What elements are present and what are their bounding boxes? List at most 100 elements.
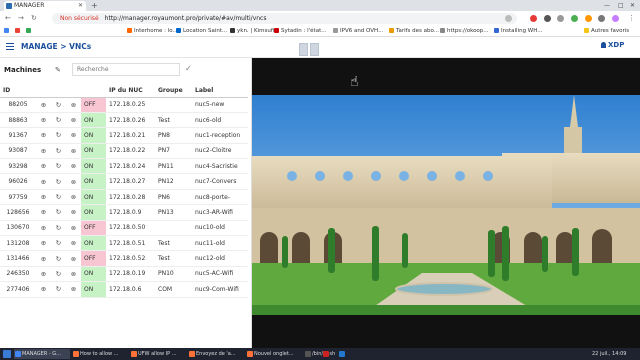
taskbar-item[interactable]: Envoyez de 'a... (188, 349, 244, 359)
address-bar[interactable]: Non sécurisé http://manager.royaumont.pr… (52, 13, 517, 24)
table-row[interactable]: 277406 ⊕ ↻ ⊗ ON 172.18.0.6 COM nuc9-Com-Wifi (0, 281, 248, 298)
extension-icon[interactable] (544, 15, 551, 22)
bookmark-item[interactable]: Autres favoris (584, 26, 629, 37)
hamburger-menu-icon[interactable] (6, 43, 14, 50)
connect-icon[interactable]: ⊗ (66, 281, 81, 298)
bookmark-item[interactable]: https://okoop... (440, 26, 489, 37)
new-tab-icon[interactable]: + (91, 1, 98, 10)
search-input[interactable] (72, 63, 180, 76)
bookmark-item[interactable]: IPV6 and OVH... (333, 26, 383, 37)
bookmark-item[interactable]: Interhome : lo... (127, 26, 178, 37)
connect-icon[interactable]: ⊗ (66, 250, 81, 267)
extension-icon[interactable] (557, 15, 564, 22)
table-row[interactable]: 246350 ⊕ ↻ ⊗ ON 172.18.0.19 PN10 nuc5-AC-Wifi (0, 266, 248, 283)
refresh-icon[interactable]: ↻ (51, 220, 66, 237)
connect-icon[interactable]: ⊗ (66, 266, 81, 283)
table-row[interactable]: 88863 ⊕ ↻ ⊗ ON 172.18.0.26 Test nuc6-old (0, 112, 248, 129)
refresh-icon[interactable]: ↻ (51, 281, 66, 298)
taskbar-item[interactable] (322, 349, 336, 359)
browser-tab[interactable]: MANAGER ✕ (4, 1, 86, 11)
table-row[interactable]: 130670 ⊕ ↻ ⊗ OFF 172.18.0.50 nuc10-old (0, 220, 248, 237)
minimize-icon[interactable]: — (604, 1, 610, 10)
table-row[interactable]: 131208 ⊕ ↻ ⊗ ON 172.18.0.51 Test nuc11-old (0, 235, 248, 252)
xdp-button[interactable]: XDP (601, 41, 624, 49)
connect-icon[interactable]: ⊗ (66, 127, 81, 144)
col-label[interactable]: Label (192, 84, 248, 98)
view-icon[interactable]: ⊕ (36, 250, 51, 267)
taskbar-item[interactable]: UFW allow IP ... (130, 349, 186, 359)
refresh-icon[interactable]: ↻ (51, 204, 66, 221)
connect-icon[interactable]: ⊗ (66, 220, 81, 237)
menu-icon[interactable]: ⋮ (628, 13, 635, 24)
view-icon[interactable]: ⊕ (36, 143, 51, 160)
col-group[interactable]: Groupe (155, 84, 192, 98)
view-icon[interactable]: ⊕ (36, 127, 51, 144)
bookmark-item[interactable]: ykn. | Kimsufi... (230, 26, 280, 37)
taskbar-item[interactable]: MANAGER - G... (14, 349, 70, 359)
start-menu-icon[interactable] (3, 350, 11, 358)
table-row[interactable]: 128656 ⊕ ↻ ⊗ ON 172.18.0.9 PN13 nuc3-AR-Wifi (0, 204, 248, 221)
share-icon[interactable] (505, 15, 512, 22)
bookmark-item[interactable] (26, 26, 33, 37)
connect-icon[interactable]: ⊗ (66, 204, 81, 221)
view-toggle-button[interactable] (310, 43, 319, 56)
connect-icon[interactable]: ⊗ (66, 235, 81, 252)
view-icon[interactable]: ⊕ (36, 235, 51, 252)
extension-icon[interactable] (585, 15, 592, 22)
view-icon[interactable]: ⊕ (36, 97, 51, 113)
table-row[interactable]: 88205 ⊕ ↻ ⊗ OFF 172.18.0.25 nuc5-new (0, 97, 248, 113)
view-toggle-button[interactable] (299, 43, 308, 56)
taskbar-item[interactable]: Nouvel onglet... (246, 349, 302, 359)
refresh-icon[interactable]: ↻ (51, 189, 66, 206)
table-row[interactable]: 97759 ⊕ ↻ ⊗ ON 172.18.0.28 PN6 nuc8-porte- (0, 189, 248, 206)
taskbar-item[interactable] (338, 349, 352, 359)
refresh-icon[interactable]: ↻ (51, 235, 66, 252)
connect-icon[interactable]: ⊗ (66, 189, 81, 206)
refresh-icon[interactable]: ↻ (51, 250, 66, 267)
view-icon[interactable]: ⊕ (36, 158, 51, 175)
table-row[interactable]: 93087 ⊕ ↻ ⊗ ON 172.18.0.22 PN7 nuc2-Cloitre (0, 143, 248, 160)
table-row[interactable]: 96026 ⊕ ↻ ⊗ ON 172.18.0.27 PN12 nuc7-Convers (0, 173, 248, 190)
refresh-icon[interactable]: ↻ (51, 173, 66, 190)
forward-icon[interactable]: → (18, 13, 24, 24)
puzzle-icon[interactable] (598, 15, 605, 22)
view-icon[interactable]: ⊕ (36, 266, 51, 283)
bookmark-item[interactable]: Tarifs des abo... (389, 26, 439, 37)
refresh-icon[interactable]: ↻ (51, 112, 66, 129)
view-icon[interactable]: ⊕ (36, 220, 51, 237)
view-icon[interactable]: ⊕ (36, 281, 51, 298)
edit-icon[interactable]: ✎ (55, 66, 61, 74)
maximize-icon[interactable]: □ (618, 1, 624, 10)
connect-icon[interactable]: ⊗ (66, 158, 81, 175)
view-icon[interactable]: ⊕ (36, 204, 51, 221)
extension-icon[interactable] (571, 15, 578, 22)
bookmark-item[interactable]: Installing WH... (494, 26, 543, 37)
table-row[interactable]: 93298 ⊕ ↻ ⊗ ON 172.18.0.24 PN11 nuc4-Sacristie (0, 158, 248, 175)
table-row[interactable]: 131466 ⊕ ↻ ⊗ OFF 172.18.0.52 Test nuc12-old (0, 250, 248, 267)
back-icon[interactable]: ← (5, 13, 11, 24)
refresh-icon[interactable]: ↻ (51, 143, 66, 160)
view-icon[interactable]: ⊕ (36, 189, 51, 206)
col-ip[interactable]: IP du NUC (106, 84, 155, 98)
extension-icon[interactable] (530, 15, 537, 22)
reload-icon[interactable]: ↻ (31, 13, 37, 24)
connect-icon[interactable]: ⊗ (66, 97, 81, 113)
connect-icon[interactable]: ⊗ (66, 173, 81, 190)
view-icon[interactable]: ⊕ (36, 173, 51, 190)
vnc-viewer[interactable]: ☝ (252, 58, 640, 348)
close-tab-icon[interactable]: ✕ (78, 1, 83, 11)
bookmark-item[interactable] (15, 26, 22, 37)
refresh-icon[interactable]: ↻ (51, 158, 66, 175)
refresh-icon[interactable]: ↻ (51, 97, 66, 113)
refresh-icon[interactable]: ↻ (51, 127, 66, 144)
connect-icon[interactable]: ⊗ (66, 143, 81, 160)
profile-avatar[interactable] (612, 15, 619, 22)
table-row[interactable]: 91367 ⊕ ↻ ⊗ ON 172.18.0.21 PN8 nuc1-reception (0, 127, 248, 144)
bookmark-item[interactable] (4, 26, 11, 37)
refresh-icon[interactable]: ↻ (51, 266, 66, 283)
view-icon[interactable]: ⊕ (36, 112, 51, 129)
col-id[interactable]: ID (0, 84, 36, 98)
taskbar-item[interactable]: How to allow ... (72, 349, 128, 359)
check-icon[interactable]: ✓ (185, 64, 192, 73)
bookmark-item[interactable]: Sytadin : l'état... (274, 26, 326, 37)
